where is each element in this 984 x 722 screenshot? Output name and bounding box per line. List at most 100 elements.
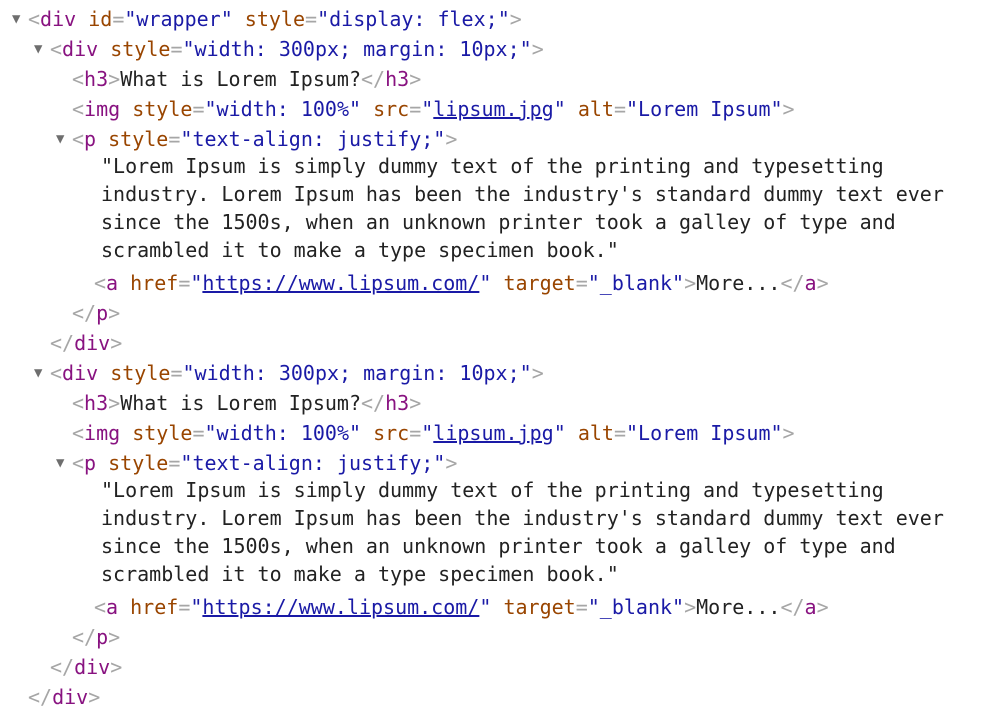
attr-equals: =	[575, 595, 588, 619]
tag-name: div	[40, 7, 77, 31]
attribute-value: display: flex;	[329, 7, 498, 31]
node-img[interactable]: ▼<img style="width: 100%" src="lipsum.jp…	[56, 94, 795, 124]
tag-bracket: >	[684, 271, 697, 295]
attribute-name: target	[503, 595, 576, 619]
attr-equals: =	[409, 97, 422, 121]
attribute-link[interactable]: https://www.lipsum.com/	[202, 271, 479, 295]
link-text: More...	[696, 595, 781, 619]
quote: "	[180, 451, 193, 475]
tag-name: img	[84, 421, 121, 445]
node-div-wrapper[interactable]: ▼ <div id="wrapper" style="display: flex;…	[12, 4, 522, 34]
node-div-column[interactable]: ▼ <div style="width: 300px; margin: 10px;…	[34, 34, 544, 64]
node-div-column[interactable]: ▼ <div style="width: 300px; margin: 10px;…	[34, 358, 544, 388]
node-a[interactable]: ▼<a href="https://www.lipsum.com/" targe…	[78, 592, 829, 622]
quote: "	[124, 7, 137, 31]
text-line: "Lorem Ipsum is simply dummy text of the…	[101, 478, 884, 502]
attr-equals: =	[192, 421, 205, 445]
quote: "	[190, 595, 203, 619]
tag-bracket: >	[684, 595, 697, 619]
node-a[interactable]: ▼<a href="https://www.lipsum.com/" targe…	[78, 268, 829, 298]
attribute-value: width: 300px; margin: 10px;	[194, 37, 520, 61]
tag-bracket: <	[94, 595, 107, 619]
quote: "	[770, 97, 783, 121]
quote: "	[553, 421, 566, 445]
tag-name: p	[96, 301, 109, 325]
tag-bracket: >	[445, 451, 458, 475]
quote: "	[204, 97, 217, 121]
attribute-value: Lorem Ipsum	[638, 97, 771, 121]
expand-toggle-icon[interactable]: ▼	[12, 4, 28, 34]
node-h3[interactable]: ▼<h3>What is Lorem Ipsum?</h3>	[56, 388, 421, 418]
attr-equals: =	[305, 7, 318, 31]
node-img[interactable]: ▼<img style="width: 100%" src="lipsum.jp…	[56, 418, 795, 448]
tag-name: div	[52, 685, 89, 709]
tag-name: a	[804, 271, 817, 295]
node-p-close: ▼</p>	[56, 622, 120, 652]
expand-toggle-icon[interactable]: ▼	[34, 358, 50, 388]
attribute-link[interactable]: lipsum.jpg	[433, 97, 553, 121]
tag-bracket: </	[50, 655, 75, 679]
tag-bracket: <	[72, 67, 85, 91]
tag-bracket: </	[780, 595, 805, 619]
attribute-link[interactable]: https://www.lipsum.com/	[202, 595, 479, 619]
tag-bracket: <	[72, 421, 85, 445]
quote: "	[433, 451, 446, 475]
tag-name: img	[84, 97, 121, 121]
expand-toggle-icon[interactable]: ▼	[56, 124, 72, 154]
tag-name: p	[96, 625, 109, 649]
tag-bracket: >	[782, 421, 795, 445]
tag-bracket: >	[108, 67, 121, 91]
attribute-link[interactable]: lipsum.jpg	[433, 421, 553, 445]
tag-name: h3	[385, 67, 410, 91]
tag-bracket: >	[445, 127, 458, 151]
quote: "	[497, 7, 510, 31]
attr-equals: =	[613, 421, 626, 445]
paragraph-text-node[interactable]: "Lorem Ipsum is simply dummy text of the…	[101, 476, 971, 588]
node-h3[interactable]: ▼<h3>What is Lorem Ipsum?</h3>	[56, 64, 421, 94]
tag-bracket: >	[108, 625, 121, 649]
quote: "	[625, 421, 639, 445]
attr-equals: =	[168, 127, 181, 151]
tag-name: div	[62, 37, 99, 61]
expand-toggle-icon[interactable]: ▼	[34, 34, 50, 64]
attr-equals: =	[112, 7, 125, 31]
quote: "	[182, 361, 195, 385]
expand-toggle-icon[interactable]: ▼	[56, 448, 72, 478]
tag-bracket: >	[409, 391, 422, 415]
text-line: "Lorem Ipsum is simply dummy text of the…	[101, 154, 884, 178]
quote: "	[180, 127, 193, 151]
node-p[interactable]: ▼ <p style="text-align: justify;">	[56, 124, 457, 154]
text-line: scrambled it to make a type specimen boo…	[101, 562, 619, 586]
tag-bracket: >	[108, 391, 121, 415]
tag-bracket: >	[88, 685, 101, 709]
tag-bracket: >	[531, 37, 544, 61]
attribute-value: wrapper	[136, 7, 221, 31]
tag-name: a	[106, 271, 119, 295]
quote: "	[479, 271, 492, 295]
tag-bracket: <	[50, 361, 63, 385]
tag-bracket: </	[361, 67, 386, 91]
quote: "	[182, 37, 195, 61]
attr-space	[566, 97, 578, 121]
node-p-close: ▼</p>	[56, 298, 120, 328]
attr-equals: =	[178, 595, 191, 619]
attr-space	[120, 421, 132, 445]
text-line: scrambled it to make a type specimen boo…	[101, 238, 619, 262]
attr-space	[233, 7, 245, 31]
attribute-value: _blank	[599, 595, 673, 619]
paragraph-text-node[interactable]: "Lorem Ipsum is simply dummy text of the…	[101, 152, 971, 264]
node-p[interactable]: ▼ <p style="text-align: justify;">	[56, 448, 457, 478]
attr-space	[566, 421, 578, 445]
quote: "	[672, 595, 685, 619]
attribute-value: Lorem Ipsum	[638, 421, 771, 445]
tag-bracket: </	[72, 301, 97, 325]
tag-bracket: <	[28, 7, 41, 31]
quote: "	[190, 271, 203, 295]
tag-bracket: >	[816, 595, 829, 619]
tag-bracket: <	[72, 451, 85, 475]
attr-space	[76, 7, 88, 31]
attr-equals: =	[170, 37, 183, 61]
attribute-name: style	[132, 97, 193, 121]
node-div-close: ▼</div>	[34, 652, 122, 682]
quote: "	[625, 97, 639, 121]
